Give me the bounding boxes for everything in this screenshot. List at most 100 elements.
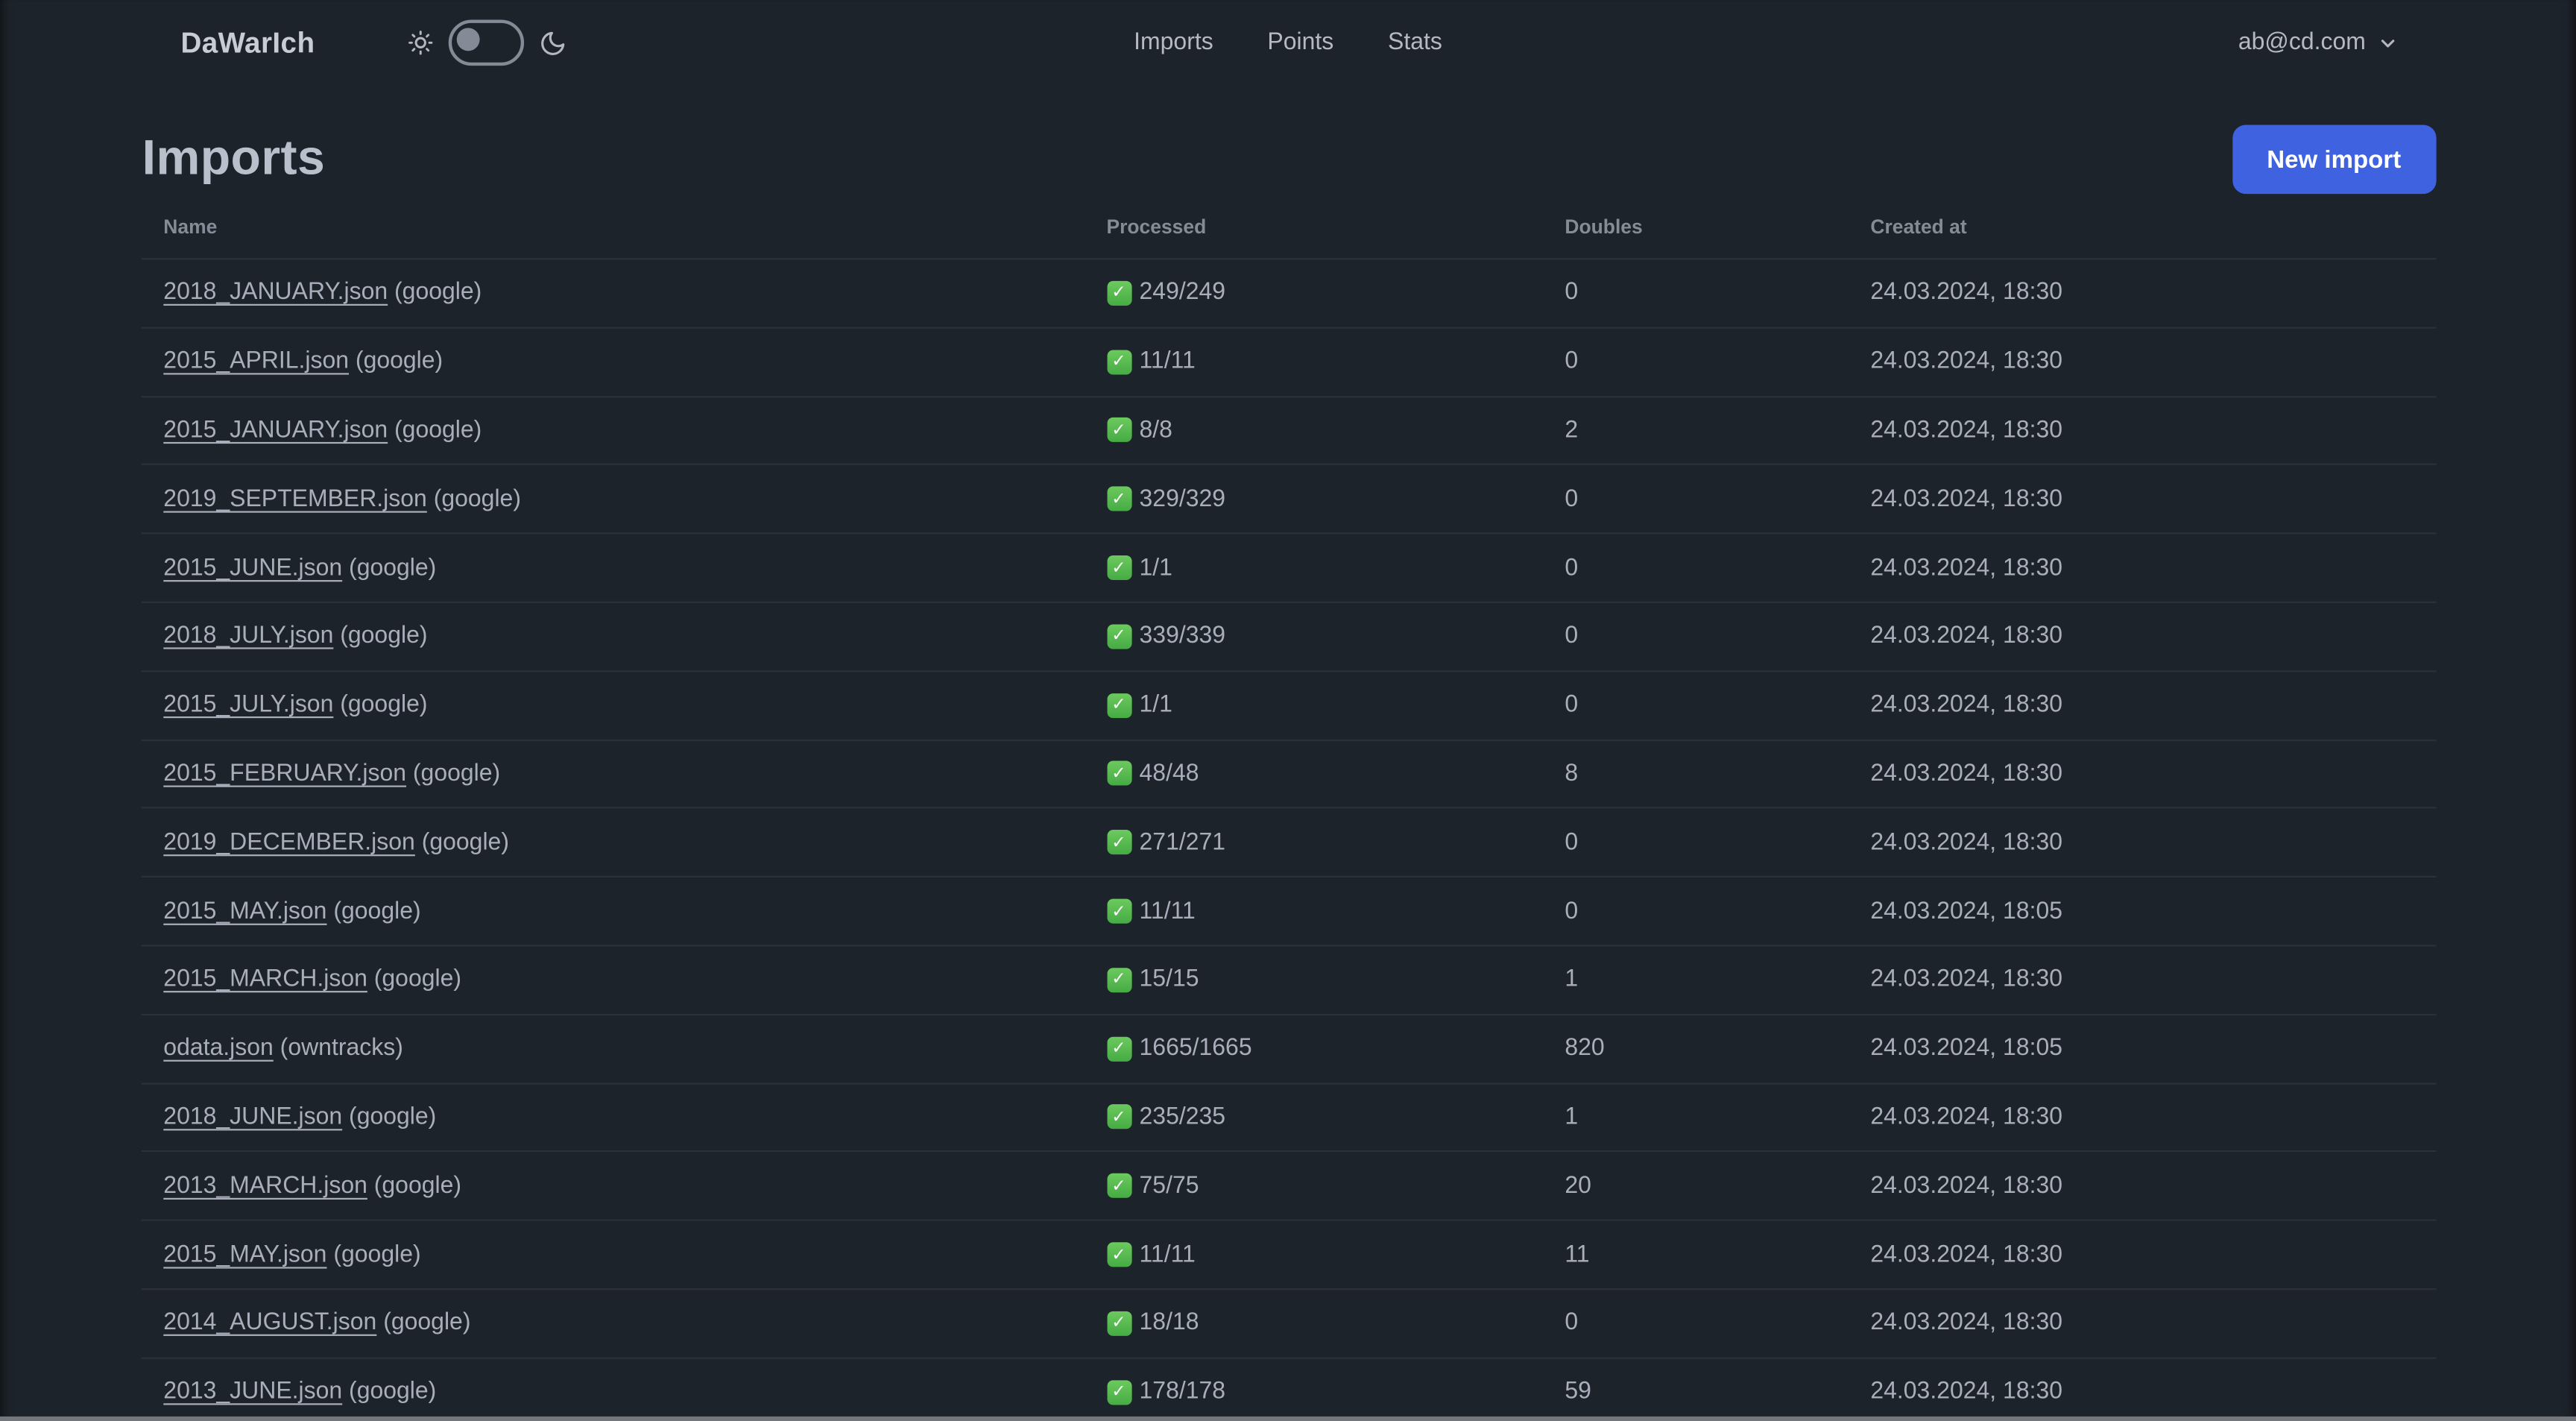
processed-cell: ✓ 178/178 — [1106, 1379, 1565, 1405]
created-at: 24.03.2024, 18:30 — [1870, 1104, 2063, 1131]
import-file-link[interactable]: 2018_JULY.json — [163, 623, 333, 649]
name-cell: 2015_JANUARY.json (google) — [163, 418, 1106, 444]
processed-cell: ✓ 15/15 — [1106, 967, 1565, 993]
brand-logo[interactable]: DaWarIch — [180, 25, 315, 60]
doubles-count: 59 — [1565, 1379, 1591, 1405]
app-window: DaWarIch Imports Points Stats ab@cd.com … — [0, 0, 2576, 1421]
check-icon: ✓ — [1106, 1105, 1131, 1130]
import-file-link[interactable]: 2015_APRIL.json — [163, 349, 349, 375]
processed-cell: ✓ 11/11 — [1106, 349, 1565, 375]
name-cell: 2018_JANUARY.json (google) — [163, 280, 1106, 306]
name-cell: 2013_MARCH.json (google) — [163, 1173, 1106, 1199]
import-source: (google) — [333, 623, 428, 650]
sun-icon — [408, 31, 432, 55]
name-cell: 2015_JULY.json (google) — [163, 692, 1106, 718]
moon-icon — [540, 31, 564, 54]
name-cell: 2019_SEPTEMBER.json (google) — [163, 486, 1106, 512]
column-header-name: Name — [163, 214, 218, 238]
check-icon: ✓ — [1106, 830, 1131, 855]
name-cell: 2015_JUNE.json (google) — [163, 555, 1106, 581]
table-row: 2015_JANUARY.json (google) ✓ 8/8 2 24.03… — [140, 395, 2436, 464]
check-icon: ✓ — [1106, 967, 1131, 992]
created-at: 24.03.2024, 18:30 — [1870, 623, 2063, 650]
processed-cell: ✓ 235/235 — [1106, 1104, 1565, 1130]
name-cell: 2015_MAY.json (google) — [163, 898, 1106, 924]
import-source: (google) — [326, 1241, 421, 1268]
table-row: 2019_SEPTEMBER.json (google) ✓ 329/329 0… — [140, 464, 2436, 532]
import-file-link[interactable]: 2013_JUNE.json — [163, 1379, 342, 1405]
check-icon: ✓ — [1106, 1036, 1131, 1062]
import-source: (google) — [342, 1379, 437, 1405]
check-icon: ✓ — [1106, 761, 1131, 787]
account-menu-button[interactable]: ab@cd.com — [2238, 30, 2399, 56]
import-file-link[interactable]: 2015_MAY.json — [163, 898, 326, 924]
import-file-link[interactable]: 2018_JUNE.json — [163, 1104, 342, 1130]
nav-links: Imports Points Stats — [1134, 30, 1442, 56]
window-bottom-edge — [0, 1416, 2576, 1421]
import-file-link[interactable]: 2015_JANUARY.json — [163, 418, 388, 444]
table-row: odata.json (owntracks) ✓ 1665/1665 820 2… — [140, 1013, 2436, 1082]
processed-count: 178/178 — [1139, 1379, 1226, 1405]
import-source: (google) — [426, 485, 521, 513]
page-header: Imports New import — [140, 125, 2436, 195]
import-file-link[interactable]: 2014_AUGUST.json — [163, 1310, 376, 1336]
created-at: 24.03.2024, 18:30 — [1870, 555, 2063, 582]
theme-toggle-knob — [456, 28, 479, 51]
created-at: 24.03.2024, 18:30 — [1870, 280, 2063, 306]
check-icon: ✓ — [1106, 898, 1131, 924]
table-row: 2018_JULY.json (google) ✓ 339/339 0 24.0… — [140, 601, 2436, 670]
nav-link-imports[interactable]: Imports — [1134, 30, 1213, 56]
table-row: 2015_APRIL.json (google) ✓ 11/11 0 24.03… — [140, 327, 2436, 395]
nav-link-points[interactable]: Points — [1267, 30, 1333, 56]
processed-count: 1/1 — [1139, 692, 1172, 719]
table-row: 2015_MARCH.json (google) ✓ 15/15 1 24.03… — [140, 945, 2436, 1013]
check-icon: ✓ — [1106, 349, 1131, 374]
created-at: 24.03.2024, 18:30 — [1870, 1310, 2063, 1337]
import-file-link[interactable]: odata.json — [163, 1036, 274, 1062]
check-icon: ✓ — [1106, 624, 1131, 649]
doubles-count: 0 — [1565, 485, 1579, 513]
nav-link-stats[interactable]: Stats — [1388, 30, 1442, 56]
navbar: DaWarIch Imports Points Stats ab@cd.com — [0, 0, 2576, 86]
doubles-count: 11 — [1565, 1241, 1590, 1268]
check-icon: ✓ — [1106, 1173, 1131, 1199]
created-at: 24.03.2024, 18:30 — [1870, 966, 2063, 994]
import-file-link[interactable]: 2018_JANUARY.json — [163, 280, 388, 306]
name-cell: 2015_FEBRUARY.json (google) — [163, 760, 1106, 787]
import-file-link[interactable]: 2019_DECEMBER.json — [163, 830, 415, 856]
processed-cell: ✓ 1665/1665 — [1106, 1036, 1565, 1062]
created-at: 24.03.2024, 18:30 — [1870, 1173, 2063, 1200]
import-file-link[interactable]: 2015_JUNE.json — [163, 555, 342, 581]
import-file-link[interactable]: 2015_MAY.json — [163, 1241, 326, 1267]
import-file-link[interactable]: 2015_JULY.json — [163, 692, 333, 718]
processed-count: 11/11 — [1139, 1241, 1196, 1268]
name-cell: 2015_MARCH.json (google) — [163, 967, 1106, 993]
doubles-count: 0 — [1565, 692, 1579, 719]
import-source: (google) — [414, 829, 509, 856]
import-file-link[interactable]: 2015_MARCH.json — [163, 967, 367, 993]
account-email: ab@cd.com — [2238, 29, 2366, 56]
import-file-link[interactable]: 2013_MARCH.json — [163, 1173, 367, 1199]
theme-toggle[interactable] — [447, 19, 524, 66]
processed-count: 75/75 — [1139, 1173, 1199, 1200]
check-icon: ✓ — [1106, 555, 1131, 581]
table-row: 2013_MARCH.json (google) ✓ 75/75 20 24.0… — [140, 1150, 2436, 1220]
table-row: 2015_JULY.json (google) ✓ 1/1 0 24.03.20… — [140, 669, 2436, 739]
import-file-link[interactable]: 2019_SEPTEMBER.json — [163, 486, 427, 512]
processed-count: 11/11 — [1139, 898, 1196, 924]
processed-count: 1665/1665 — [1139, 1035, 1252, 1062]
doubles-count: 2 — [1565, 417, 1579, 444]
created-at: 24.03.2024, 18:30 — [1870, 1241, 2063, 1268]
table-row: 2014_AUGUST.json (google) ✓ 18/18 0 24.0… — [140, 1288, 2436, 1357]
processed-cell: ✓ 271/271 — [1106, 830, 1565, 856]
table-row: 2015_JUNE.json (google) ✓ 1/1 0 24.03.20… — [140, 532, 2436, 602]
doubles-count: 8 — [1565, 760, 1579, 787]
processed-cell: ✓ 8/8 — [1106, 418, 1565, 444]
new-import-button[interactable]: New import — [2232, 125, 2436, 195]
doubles-count: 1 — [1565, 1104, 1579, 1131]
name-cell: 2014_AUGUST.json (google) — [163, 1310, 1106, 1336]
import-file-link[interactable]: 2015_FEBRUARY.json — [163, 760, 406, 787]
column-header-doubles: Doubles — [1565, 214, 1643, 238]
processed-cell: ✓ 75/75 — [1106, 1173, 1565, 1199]
import-source: (google) — [367, 966, 462, 994]
